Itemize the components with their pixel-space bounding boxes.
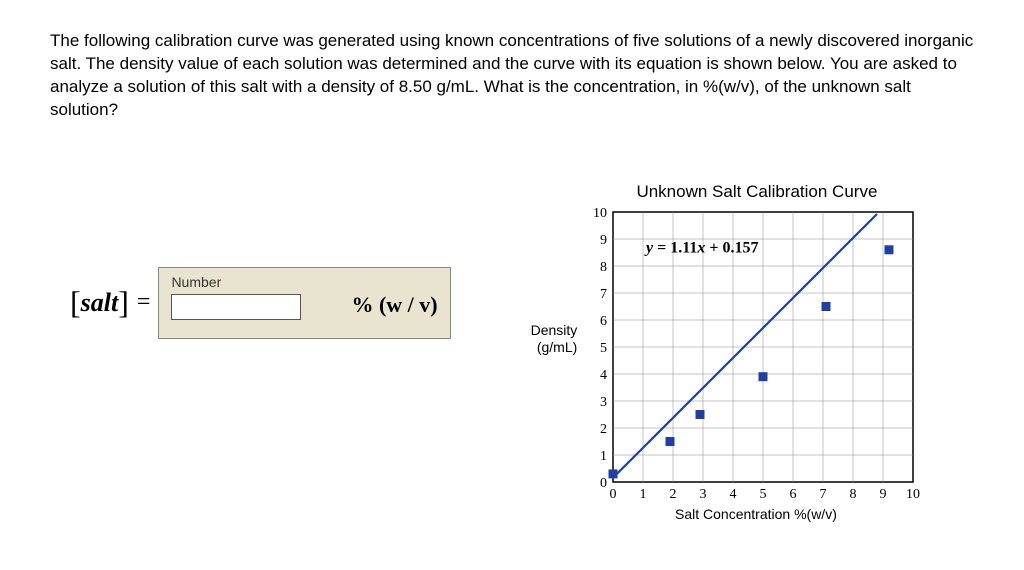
unit-label: % (w / v) [351, 292, 437, 318]
svg-text:5: 5 [760, 487, 767, 502]
equals-sign: = [137, 289, 151, 316]
chart-equation: y = 1.11x + 0.157 [644, 239, 758, 256]
chart-area: Unknown Salt Calibration Curve Density(g… [531, 182, 924, 522]
number-label: Number [171, 274, 221, 290]
svg-text:0: 0 [600, 476, 607, 491]
svg-text:6: 6 [790, 487, 797, 502]
y-axis-label: Density(g/mL) [531, 322, 584, 504]
answer-box: Number % (w / v) [158, 267, 450, 339]
svg-text:8: 8 [850, 487, 857, 502]
svg-text:3: 3 [700, 487, 707, 502]
svg-text:4: 4 [600, 368, 607, 383]
svg-text:1: 1 [640, 487, 647, 502]
content-row: [ salt ] = Number % (w / v) Unknown Salt… [50, 182, 974, 522]
svg-text:4: 4 [730, 487, 737, 502]
salt-label: salt [81, 288, 119, 318]
bracket-open: [ [70, 284, 81, 321]
svg-text:9: 9 [880, 487, 887, 502]
input-area: [ salt ] = Number % (w / v) [70, 267, 451, 339]
svg-text:10: 10 [593, 206, 607, 221]
svg-text:3: 3 [600, 395, 607, 410]
svg-text:2: 2 [670, 487, 677, 502]
svg-text:2: 2 [600, 422, 607, 437]
svg-text:0: 0 [610, 487, 617, 502]
svg-text:7: 7 [600, 287, 607, 302]
svg-text:7: 7 [820, 487, 827, 502]
chart-title: Unknown Salt Calibration Curve [591, 182, 924, 202]
svg-text:10: 10 [906, 487, 920, 502]
calibration-chart: 0 1 2 3 4 5 6 7 8 9 10 0 1 2 3 4 5 6 7 8 9 10 y = 1.11x + 0.15… [583, 204, 923, 504]
svg-text:1: 1 [600, 449, 607, 464]
answer-input[interactable] [171, 294, 301, 320]
svg-text:8: 8 [600, 260, 607, 275]
svg-text:9: 9 [600, 233, 607, 248]
question-text: The following calibration curve was gene… [50, 30, 974, 122]
x-axis-label: Salt Concentration %(w/v) [589, 506, 924, 522]
svg-text:5: 5 [600, 341, 607, 356]
svg-text:6: 6 [600, 314, 607, 329]
bracket-close: ] [118, 284, 129, 321]
